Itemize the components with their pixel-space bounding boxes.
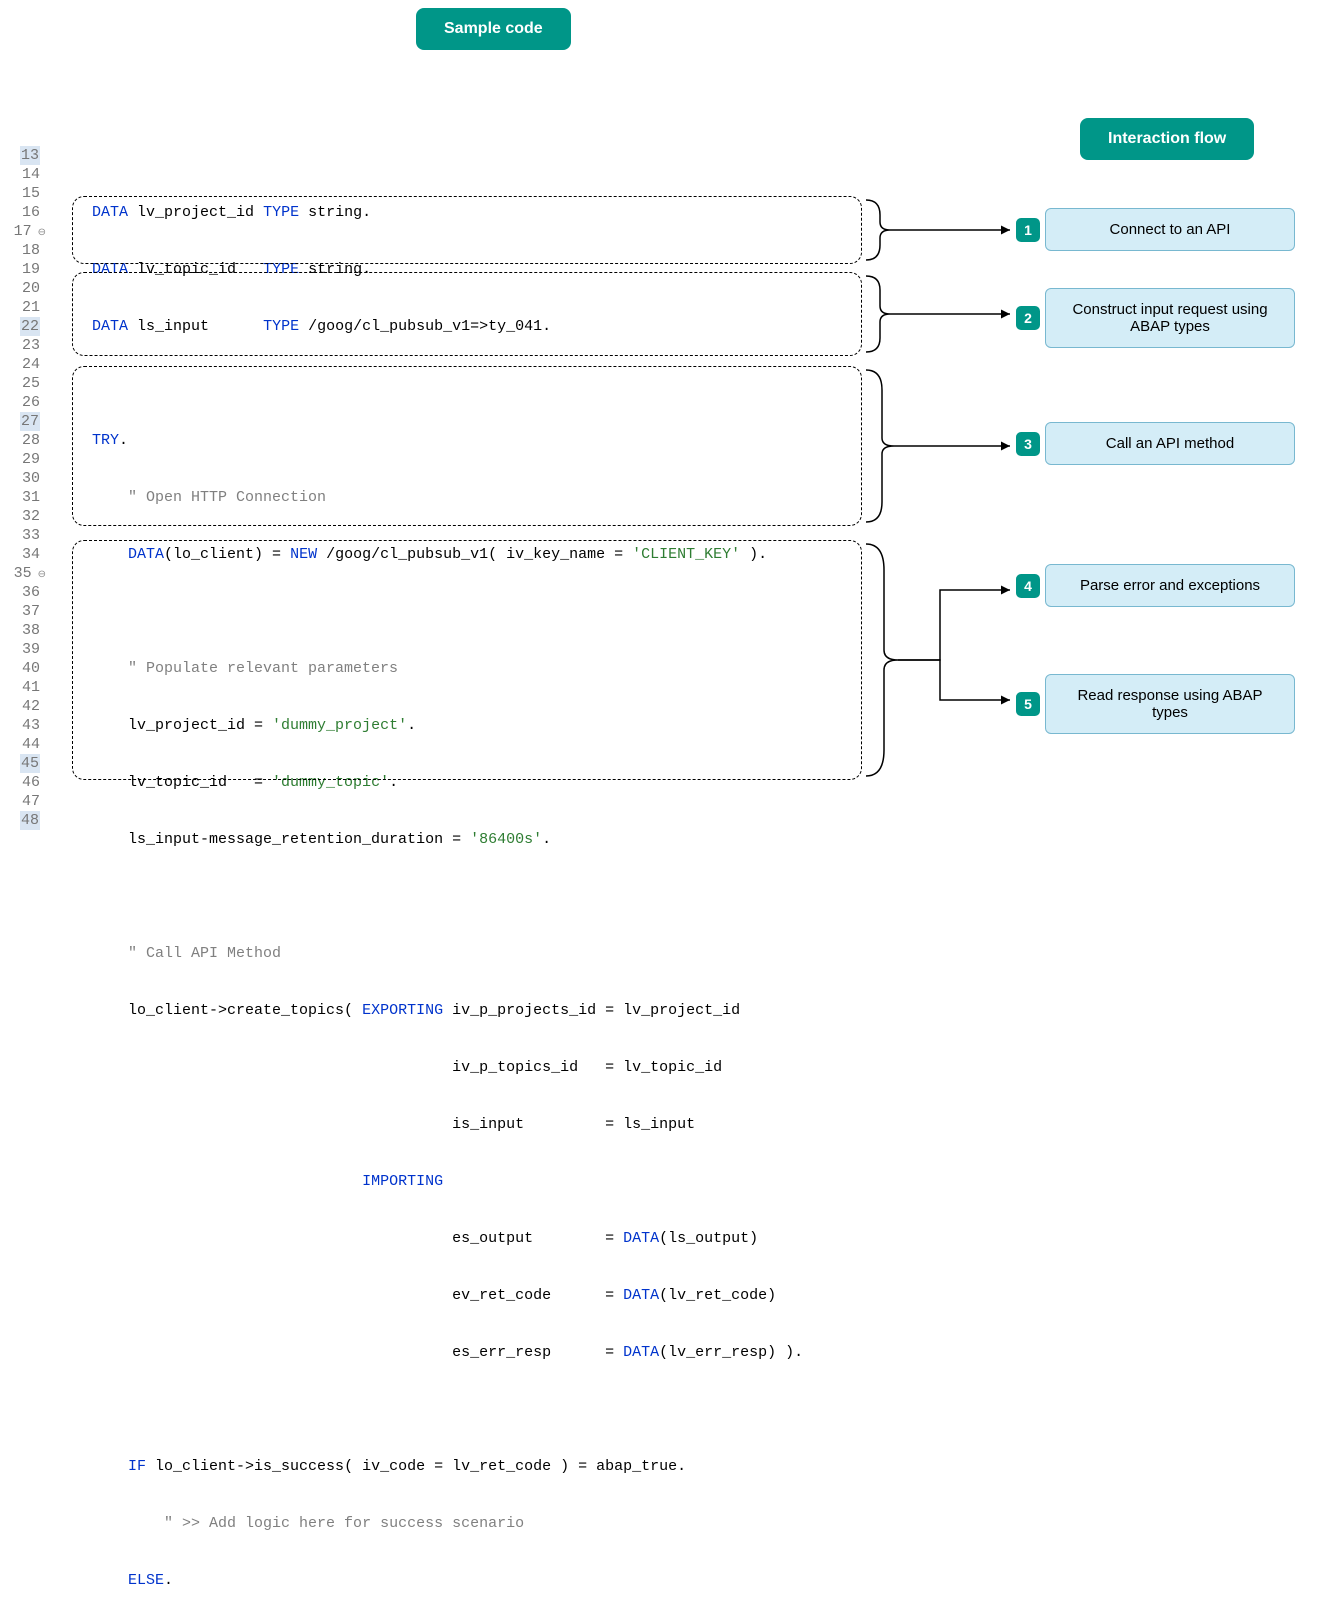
flow-step-label: Connect to an API	[1058, 221, 1282, 238]
code-line: DATA(lo_client) = NEW /goog/cl_pubsub_v1…	[56, 545, 876, 564]
code-editor: 1314151617181920212223242526272829303132…	[10, 108, 880, 165]
code-line	[56, 146, 876, 165]
flow-step-5: 5 Read response using ABAP types	[1045, 674, 1295, 734]
code-line: iv_p_topics_id = lv_topic_id	[56, 1058, 876, 1077]
code-line: lv_project_id = 'dummy_project'.	[56, 716, 876, 735]
code-line	[56, 602, 876, 621]
flow-step-4: 4 Parse error and exceptions	[1045, 564, 1295, 607]
code-line	[56, 374, 876, 393]
code-line: " Call API Method	[56, 944, 876, 963]
flow-step-3: 3 Call an API method	[1045, 422, 1295, 465]
flow-step-number: 1	[1016, 218, 1040, 242]
code-line: ev_ret_code = DATA(lv_ret_code)	[56, 1286, 876, 1305]
code-line: DATA lv_topic_id TYPE string.	[56, 260, 876, 279]
code-line: es_output = DATA(ls_output)	[56, 1229, 876, 1248]
code-line: TRY.	[56, 431, 876, 450]
code-line: ls_input-message_retention_duration = '8…	[56, 830, 876, 849]
sample-code-badge: Sample code	[416, 8, 571, 50]
flow-step-number: 2	[1016, 306, 1040, 330]
code-line	[56, 1400, 876, 1419]
flow-step-label: Read response using ABAP types	[1058, 687, 1282, 721]
code-line: " Open HTTP Connection	[56, 488, 876, 507]
code-lines: DATA lv_project_id TYPE string. DATA lv_…	[56, 108, 876, 1620]
code-line: DATA ls_input TYPE /goog/cl_pubsub_v1=>t…	[56, 317, 876, 336]
code-line: es_err_resp = DATA(lv_err_resp) ).	[56, 1343, 876, 1362]
code-line: IMPORTING	[56, 1172, 876, 1191]
flow-step-number: 5	[1016, 692, 1040, 716]
code-line: lv_topic_id = 'dummy_topic'.	[56, 773, 876, 792]
interaction-flow-badge: Interaction flow	[1080, 118, 1254, 160]
code-line: IF lo_client->is_success( iv_code = lv_r…	[56, 1457, 876, 1476]
code-line	[56, 887, 876, 906]
code-line: DATA lv_project_id TYPE string.	[56, 203, 876, 222]
code-line: is_input = ls_input	[56, 1115, 876, 1134]
line-gutter: 1314151617181920212223242526272829303132…	[10, 146, 40, 830]
flow-step-number: 4	[1016, 574, 1040, 598]
flow-step-1: 1 Connect to an API	[1045, 208, 1295, 251]
flow-step-label: Call an API method	[1058, 435, 1282, 452]
flow-step-label: Construct input request using ABAP types	[1058, 301, 1282, 335]
flow-step-number: 3	[1016, 432, 1040, 456]
code-line: " >> Add logic here for success scenario	[56, 1514, 876, 1533]
code-line: lo_client->create_topics( EXPORTING iv_p…	[56, 1001, 876, 1020]
flow-step-2: 2 Construct input request using ABAP typ…	[1045, 288, 1295, 348]
flow-step-label: Parse error and exceptions	[1058, 577, 1282, 594]
code-line: ELSE.	[56, 1571, 876, 1590]
code-line: " Populate relevant parameters	[56, 659, 876, 678]
